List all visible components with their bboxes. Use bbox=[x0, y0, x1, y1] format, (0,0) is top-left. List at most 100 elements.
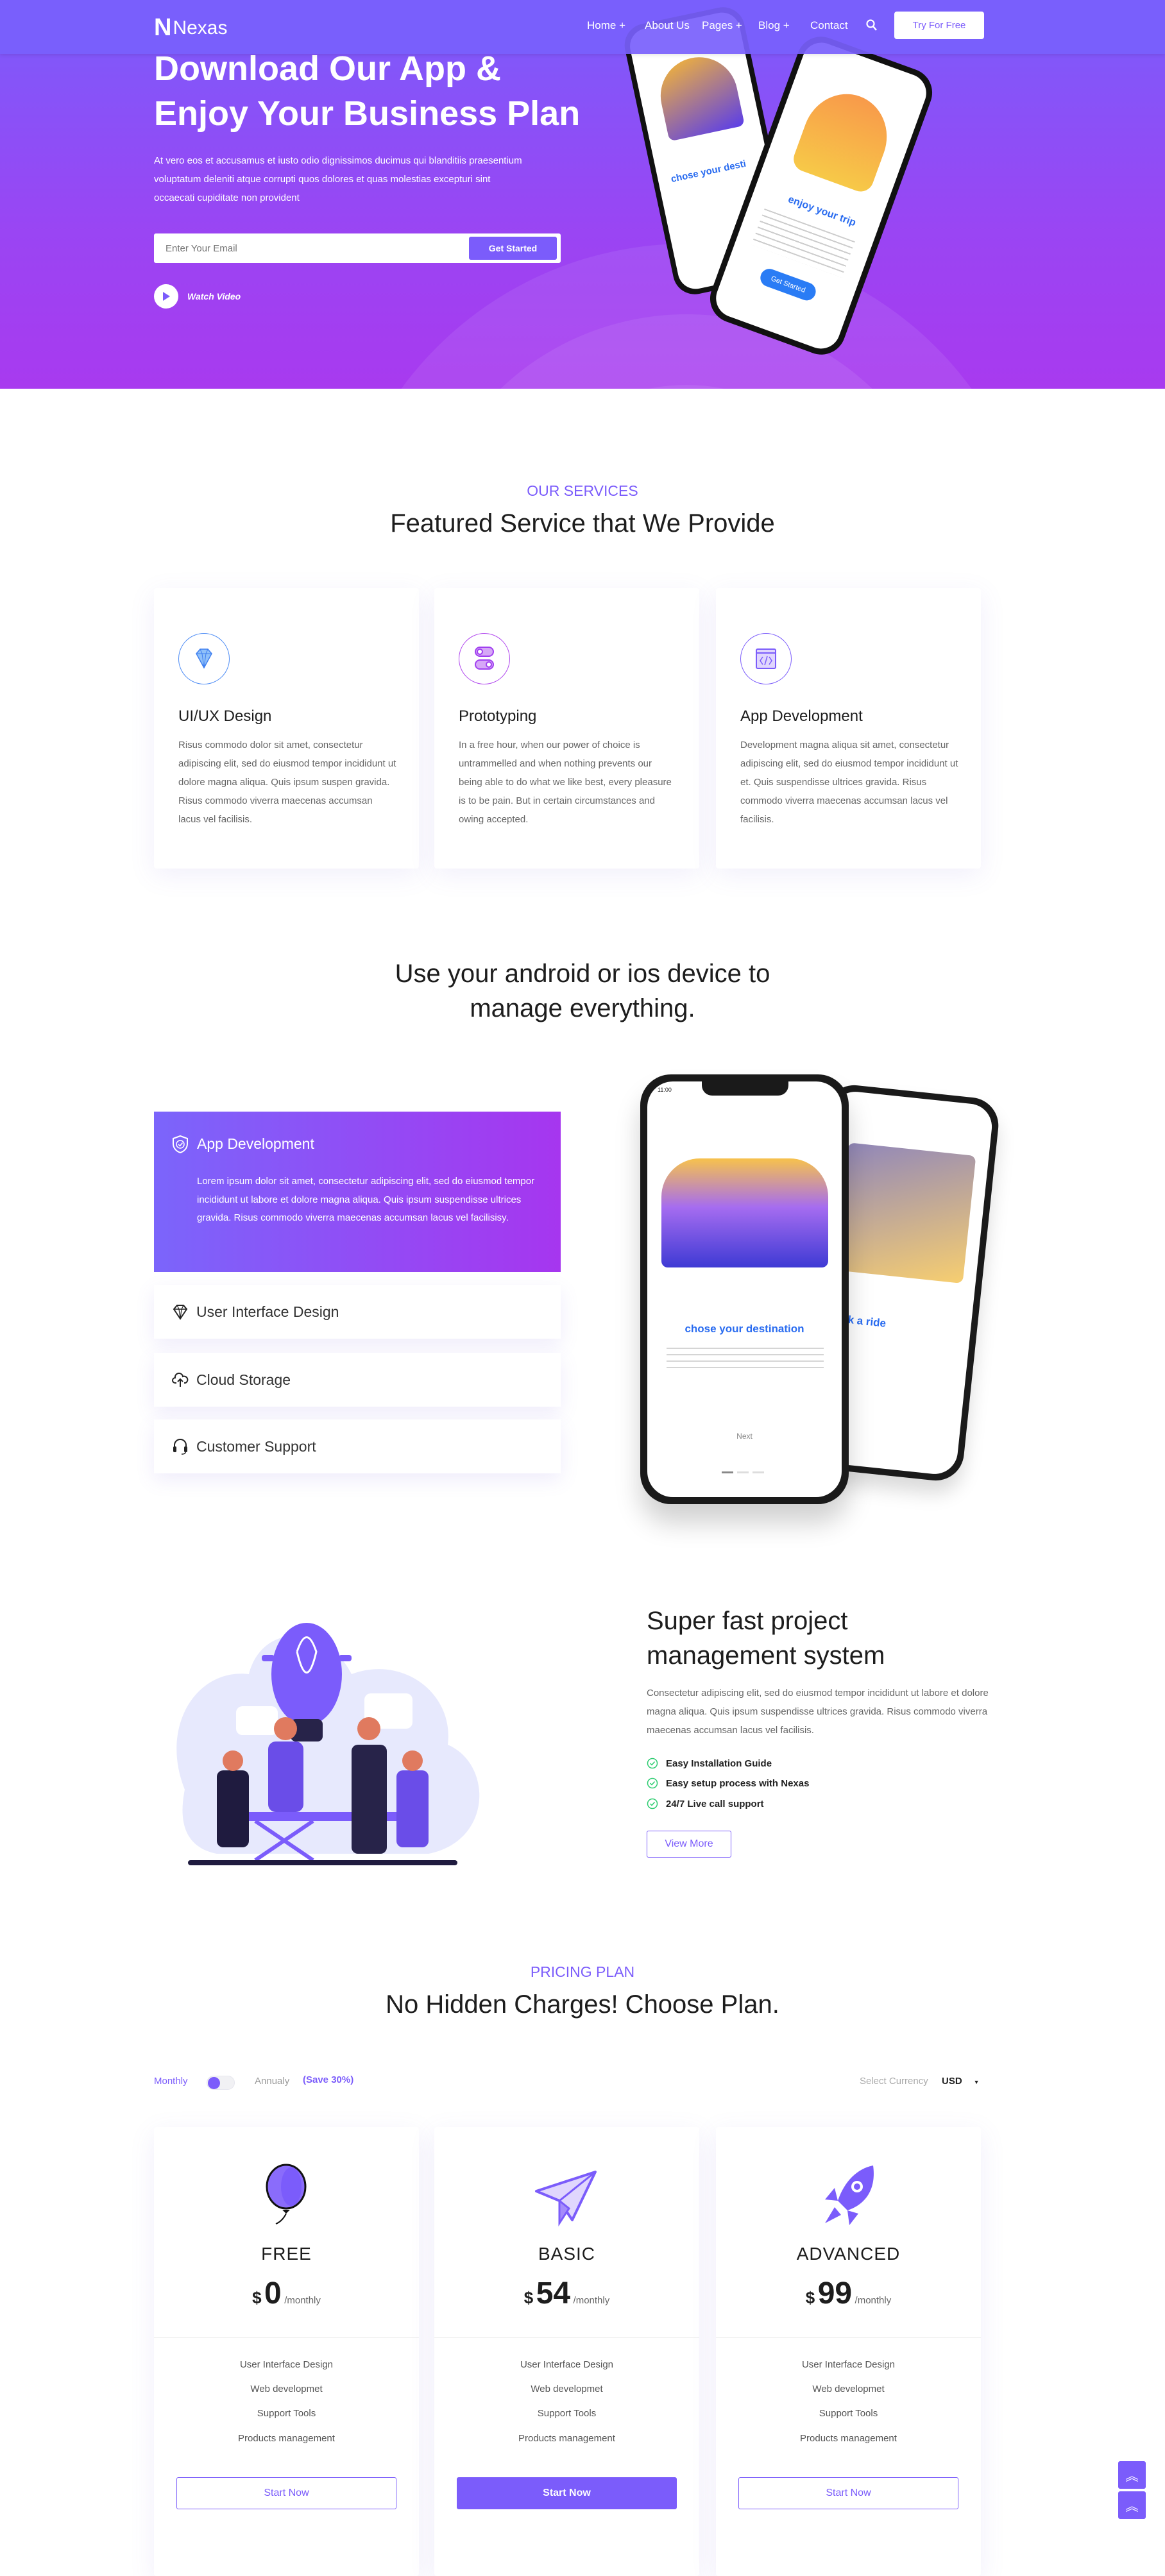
phone-screen-text: chose your desti bbox=[670, 158, 747, 185]
paper-plane-icon bbox=[535, 2171, 597, 2226]
watch-video-label: Watch Video bbox=[187, 291, 241, 301]
pricing-title: No Hidden Charges! Choose Plan. bbox=[386, 1990, 779, 2019]
billing-monthly-label[interactable]: Monthly bbox=[154, 2076, 188, 2087]
check-circle-icon bbox=[647, 1798, 658, 1809]
play-icon bbox=[154, 284, 178, 309]
plan-name: BASIC bbox=[538, 2244, 596, 2264]
checklist-item: Easy setup process with Nexas bbox=[647, 1777, 809, 1789]
nav-contact[interactable]: Contact bbox=[810, 19, 848, 32]
service-card: UI/UX Design Risus commodo dolor sit ame… bbox=[154, 588, 419, 869]
destination-illustration bbox=[661, 1158, 828, 1267]
plan-feature: Support Tools bbox=[537, 2408, 597, 2419]
project-paragraph: Consectetur adipiscing elit, sed do eius… bbox=[647, 1688, 989, 1736]
tab-cloud-storage[interactable]: Cloud Storage bbox=[154, 1353, 561, 1407]
plan-feature: Support Tools bbox=[257, 2408, 316, 2419]
plan-feature: User Interface Design bbox=[801, 2359, 896, 2370]
pricing-eyebrow: PRICING PLAN bbox=[530, 1963, 635, 1980]
currency-select[interactable]: USD ▼ bbox=[942, 2076, 980, 2087]
nav-about-us[interactable]: About Us bbox=[645, 19, 690, 32]
checklist-item: 24/7 Live call support bbox=[647, 1798, 764, 1809]
divider bbox=[434, 2337, 699, 2338]
project-title: Super fast project management system bbox=[647, 1607, 885, 1670]
tab-label: Customer Support bbox=[196, 1437, 316, 1455]
watch-video-link[interactable]: Watch Video bbox=[154, 284, 241, 309]
devices-title: Use your android or ios device to manage … bbox=[395, 960, 770, 1022]
plan-feature: Products management bbox=[800, 2433, 897, 2444]
service-title: Prototyping bbox=[459, 708, 537, 725]
checklist-item: Easy Installation Guide bbox=[647, 1758, 772, 1769]
headset-icon bbox=[173, 1439, 187, 1455]
device-phone-front: 11:00 chose your destination Next bbox=[640, 1074, 849, 1504]
check-circle-icon bbox=[647, 1758, 658, 1769]
service-card: Prototyping In a free hour, when our pow… bbox=[434, 588, 699, 869]
nav-home[interactable]: Home + bbox=[587, 19, 625, 32]
balloon-icon bbox=[266, 2164, 307, 2224]
phone-status-time: 11:00 bbox=[658, 1087, 672, 1093]
service-text: Development magna aliqua sit amet, conse… bbox=[740, 740, 958, 825]
divider bbox=[154, 2337, 419, 2338]
try-for-free-button[interactable]: Try For Free bbox=[894, 12, 984, 39]
start-now-button[interactable]: Start Now bbox=[176, 2477, 396, 2509]
tab-text: Lorem ipsum dolor sit amet, consectetur … bbox=[197, 1176, 535, 1223]
service-text: In a free hour, when our power of choice… bbox=[459, 740, 672, 825]
phone-get-started: Get Started bbox=[758, 266, 819, 303]
service-title: App Development bbox=[740, 708, 863, 725]
start-now-button[interactable]: Start Now bbox=[457, 2477, 677, 2509]
email-signup-form: Get Started bbox=[154, 233, 561, 263]
logo[interactable]: N Nexas bbox=[154, 14, 228, 42]
plan-name: FREE bbox=[261, 2244, 312, 2264]
billing-annual-label[interactable]: Annualy bbox=[255, 2076, 289, 2087]
phone-placeholder-lines bbox=[667, 1348, 824, 1373]
plan-price: $ 99 /monthly bbox=[805, 2276, 892, 2310]
shield-check-icon bbox=[173, 1135, 188, 1154]
plan-feature: Web developmet bbox=[531, 2384, 603, 2394]
view-more-button[interactable]: View More bbox=[647, 1831, 731, 1858]
double-chevron-up-icon: ︽ bbox=[1125, 2500, 1139, 2514]
hero-section: Download Our App & Enjoy Your Business Pl… bbox=[0, 0, 1165, 389]
pricing-card-advanced: ADVANCED $ 99 /monthly User Interface De… bbox=[716, 2127, 981, 2576]
hero-title: Download Our App & Enjoy Your Business Pl… bbox=[154, 49, 581, 133]
tab-user-interface-design[interactable]: User Interface Design bbox=[154, 1285, 561, 1339]
phone-next-button: Next bbox=[736, 1432, 753, 1441]
map-illustration bbox=[653, 50, 745, 142]
check-circle-icon bbox=[647, 1777, 658, 1789]
divider bbox=[716, 2337, 981, 2338]
search-icon[interactable] bbox=[866, 19, 878, 32]
email-input[interactable] bbox=[166, 233, 422, 263]
tab-app-development[interactable]: App Development Lorem ipsum dolor sit am… bbox=[154, 1112, 561, 1272]
rocket-icon bbox=[825, 2165, 874, 2225]
chevron-down-icon: ▼ bbox=[973, 2079, 980, 2085]
back-to-top-button[interactable]: ︽ bbox=[1118, 2491, 1146, 2519]
currency-label: Select Currency bbox=[860, 2076, 928, 2087]
diamond-icon bbox=[173, 1305, 188, 1320]
save-badge: (Save 30%) bbox=[303, 2074, 354, 2085]
plan-feature: Products management bbox=[518, 2433, 615, 2444]
cloud-upload-icon bbox=[172, 1372, 189, 1387]
plan-name: ADVANCED bbox=[796, 2244, 901, 2264]
pricing-card-basic: BASIC $ 54 /monthly User Interface Desig… bbox=[434, 2127, 699, 2576]
tab-customer-support[interactable]: Customer Support bbox=[154, 1419, 561, 1473]
top-navbar: N Nexas Home + About Us Pages + Blog + Co… bbox=[0, 0, 1165, 54]
start-now-button[interactable]: Start Now bbox=[738, 2477, 958, 2509]
tab-label: User Interface Design bbox=[196, 1303, 339, 1320]
tab-label: Cloud Storage bbox=[196, 1371, 291, 1388]
plan-price: $ 54 /monthly bbox=[523, 2276, 610, 2310]
service-title: UI/UX Design bbox=[178, 708, 272, 725]
plan-feature: Products management bbox=[238, 2433, 335, 2444]
plan-feature: Web developmet bbox=[812, 2384, 885, 2394]
pricing-card-free: FREE $ 0 /monthly User Interface Design … bbox=[154, 2127, 419, 2576]
service-text: Risus commodo dolor sit amet, consectetu… bbox=[178, 740, 396, 825]
get-started-button[interactable]: Get Started bbox=[469, 237, 557, 260]
billing-toggle[interactable] bbox=[207, 2076, 235, 2090]
plan-feature: Web developmet bbox=[250, 2384, 323, 2394]
toggle-switches-icon bbox=[459, 633, 510, 684]
page-indicator bbox=[722, 1471, 733, 1473]
back-to-top-button[interactable]: ︽ bbox=[1118, 2461, 1146, 2489]
team-idea-illustration bbox=[176, 1623, 480, 1865]
nav-pages[interactable]: Pages + bbox=[702, 19, 742, 32]
plan-price: $ 0 /monthly bbox=[252, 2276, 321, 2310]
page-indicator bbox=[737, 1471, 749, 1473]
plan-feature: Support Tools bbox=[819, 2408, 878, 2419]
nav-blog[interactable]: Blog + bbox=[758, 19, 790, 32]
diamond-icon bbox=[178, 633, 230, 684]
